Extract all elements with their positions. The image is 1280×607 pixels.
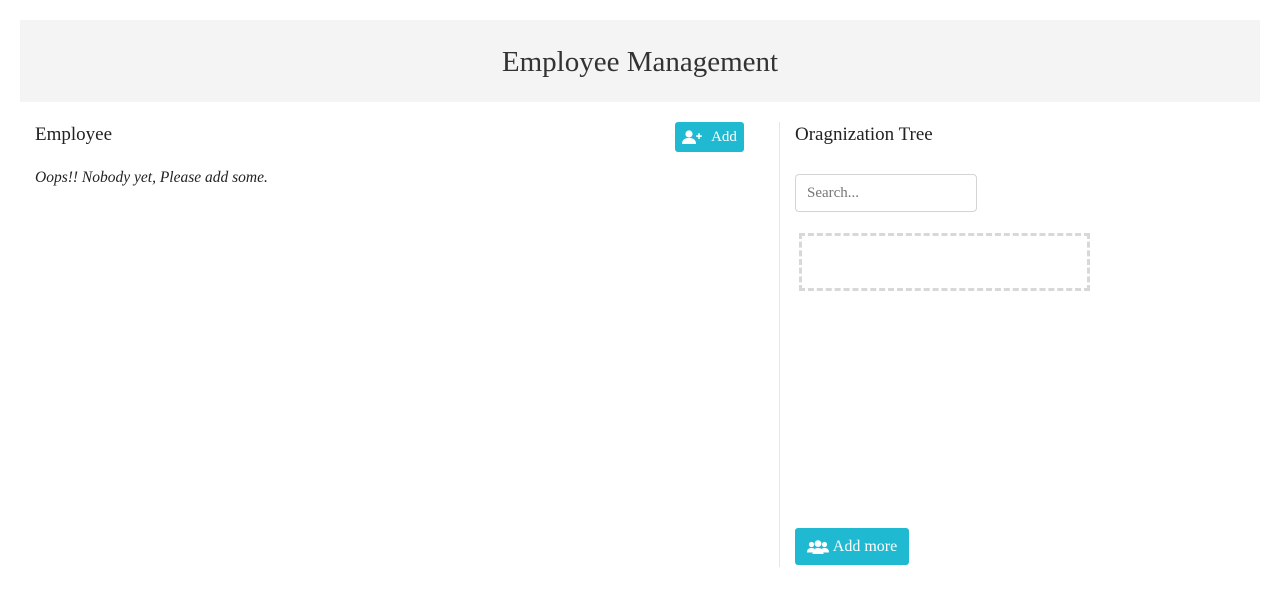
user-plus-icon [682,130,702,144]
employee-panel-title: Employee [35,124,113,145]
organization-tree-title: Oragnization Tree [795,124,933,145]
add-employee-button[interactable]: Add [675,122,744,152]
organization-tree-dropzone[interactable] [799,233,1090,291]
empty-state-message: Oops!! Nobody yet, Please add some. [35,169,268,186]
employee-panel: Employee Add Oops!! Nobody yet, Please a… [35,122,744,567]
page-title: Employee Management [501,45,779,78]
organization-tree-panel: Oragnization Tree Add more [795,122,1260,567]
panel-divider [779,122,780,567]
app-header: Employee Management [20,20,1260,102]
add-more-label: Add more [832,537,898,555]
search-input[interactable] [795,174,977,212]
add-employee-label: Add [711,128,737,145]
add-more-button[interactable]: Add more [795,528,909,565]
users-icon [806,539,829,554]
